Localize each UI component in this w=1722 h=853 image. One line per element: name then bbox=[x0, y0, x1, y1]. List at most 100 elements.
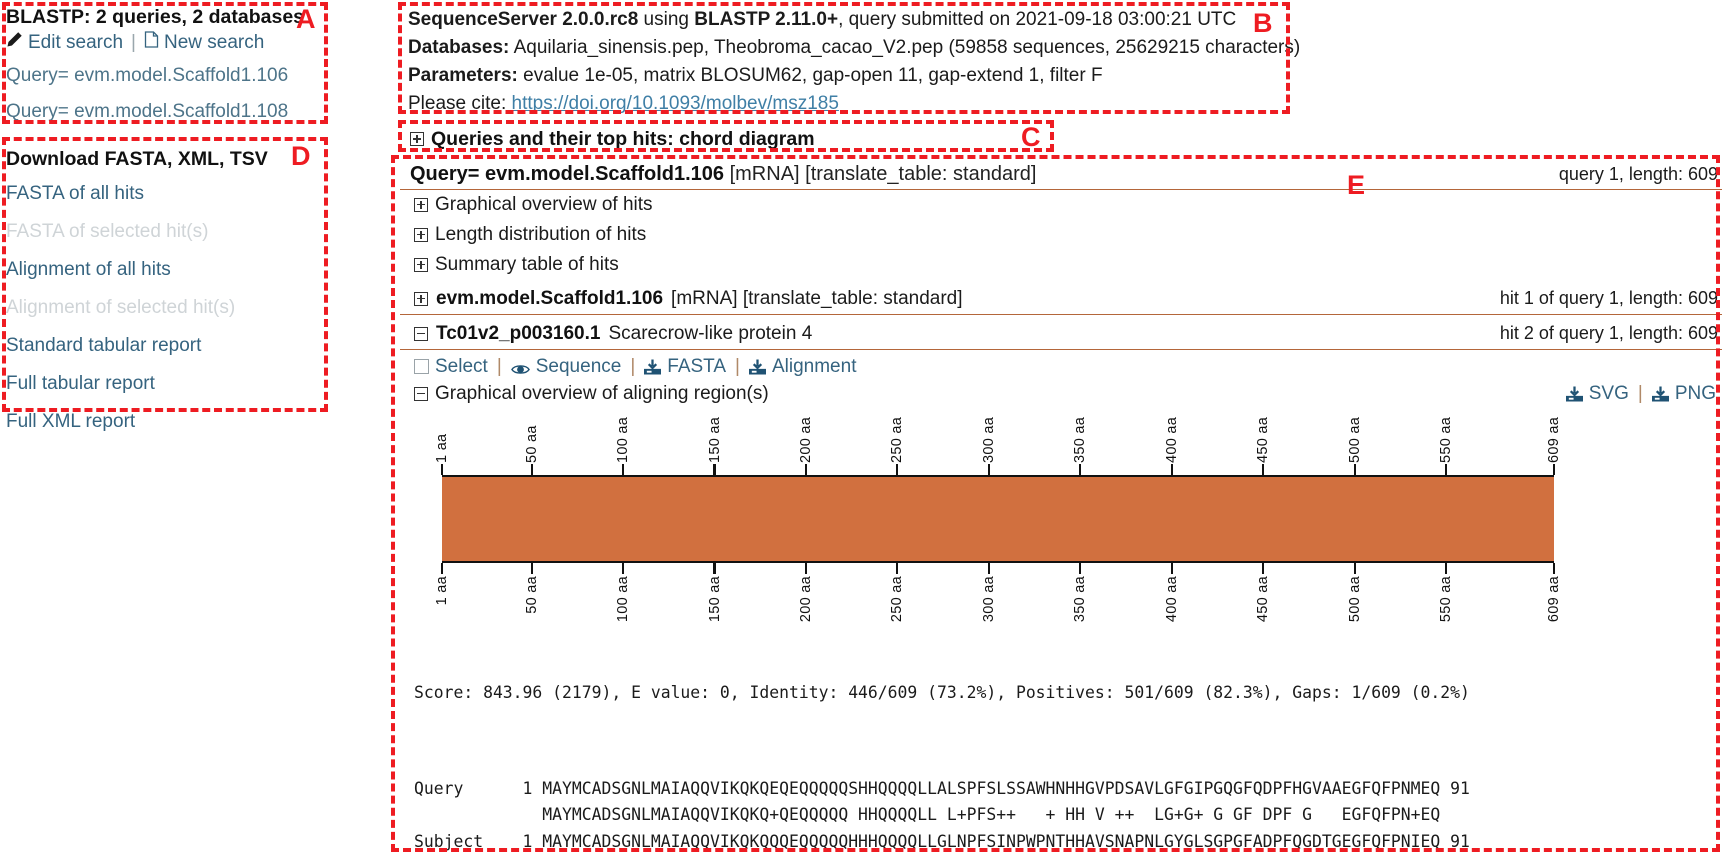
parameters-value: evalue 1e-05, matrix BLOSUM62, gap-open … bbox=[517, 64, 1103, 86]
chart-tick bbox=[440, 463, 444, 475]
svg-label: SVG bbox=[1588, 382, 1629, 404]
chart-tick bbox=[1170, 562, 1173, 574]
edit-search-link[interactable]: Edit search bbox=[28, 32, 123, 54]
chord-diagram-toggle[interactable]: Queries and their top hits: chord diagra… bbox=[400, 120, 1722, 157]
length-distribution-of-hits-label: Length distribution of hits bbox=[435, 223, 647, 245]
chart-tick-label: 450 aa bbox=[1255, 575, 1272, 622]
download-standard-tabular-report[interactable]: Standard tabular report bbox=[0, 327, 360, 365]
chart-tick-label: 250 aa bbox=[889, 416, 906, 463]
chart-tick-label: 550 aa bbox=[1438, 416, 1455, 463]
alignment-line: MAYMCADSGNLMAIAQQVIKQKQ+QEQQQQQ HHQQQQLL… bbox=[414, 805, 1441, 825]
plus-icon[interactable] bbox=[414, 291, 428, 306]
chart-tick bbox=[1552, 463, 1556, 475]
chart-tick-label: 350 aa bbox=[1072, 575, 1089, 622]
fasta-download-link[interactable]: FASTA bbox=[644, 356, 726, 378]
length-distribution-of-hits-toggle[interactable]: Length distribution of hits bbox=[400, 220, 1722, 250]
citation-link[interactable]: https://doi.org/10.1093/molbev/msz185 bbox=[512, 93, 839, 114]
annotation-letter-c: C bbox=[1021, 122, 1041, 152]
select-hit-checkbox-wrap[interactable]: Select bbox=[414, 356, 488, 378]
hit-1-header[interactable]: evm.model.Scaffold1.106 [mRNA] [translat… bbox=[400, 284, 1722, 315]
annotation-letter-d: D bbox=[291, 141, 311, 171]
main-column: SequenceServer 2.0.0.rc8 using BLASTP 2.… bbox=[400, 0, 1722, 853]
download-icon bbox=[644, 359, 662, 375]
query-meta: query 1, length: 609 bbox=[1558, 163, 1718, 184]
chart-tick-label: 1 aa bbox=[434, 575, 450, 606]
hit-2-name: Tc01v2_p003160.1 bbox=[436, 322, 601, 344]
checkbox-icon[interactable] bbox=[414, 359, 429, 375]
run-header-line-2: Databases: Aquilaria_sinensis.pep, Theob… bbox=[408, 34, 1722, 62]
link-separator: | bbox=[131, 31, 136, 53]
chart-tick-label: 550 aa bbox=[1438, 575, 1455, 622]
run-header-line-1: SequenceServer 2.0.0.rc8 using BLASTP 2.… bbox=[408, 6, 1722, 34]
chart-tick-label: 609 aa bbox=[1546, 416, 1562, 463]
download-icon bbox=[748, 359, 766, 375]
chart-tick bbox=[713, 562, 716, 574]
chart-tick-label: 150 aa bbox=[706, 416, 723, 463]
download-alignment-selected-hits: Alignment of selected hit(s) bbox=[6, 297, 236, 318]
hit-2-header[interactable]: Tc01v2_p003160.1 Scarecrow-like protein … bbox=[400, 319, 1722, 350]
graphical-overview-label: Graphical overview of aligning region(s) bbox=[435, 382, 769, 404]
annotation-letter-b: B bbox=[1253, 8, 1273, 38]
alignment-download-link[interactable]: Alignment bbox=[748, 355, 857, 378]
using-text: using bbox=[638, 9, 695, 30]
pencil-icon bbox=[6, 31, 23, 54]
sidebar: BLASTP: 2 queries, 2 databases Edit sear… bbox=[0, 0, 380, 130]
download-fasta-all-hits[interactable]: FASTA of all hits bbox=[0, 175, 360, 213]
annotation-letter-a: A bbox=[296, 4, 316, 34]
svg-download-link[interactable]: SVG bbox=[1565, 382, 1629, 405]
sidebar-title: BLASTP: 2 queries, 2 databases bbox=[6, 6, 305, 28]
graphical-overview-row: Graphical overview of aligning region(s)… bbox=[400, 381, 1722, 407]
chart-tick bbox=[1444, 463, 1448, 475]
chart-tick bbox=[1444, 562, 1448, 574]
chart-tick-label: 1 aa bbox=[434, 433, 450, 463]
graphical-overview-toggle[interactable]: Graphical overview of aligning region(s) bbox=[414, 383, 769, 405]
new-search-link[interactable]: New search bbox=[164, 32, 264, 54]
png-download-link[interactable]: PNG bbox=[1651, 383, 1716, 405]
chart-tick bbox=[1262, 463, 1265, 475]
chart-tick bbox=[440, 562, 444, 574]
download-alignment-all-hits[interactable]: Alignment of all hits bbox=[0, 251, 360, 289]
plus-icon[interactable] bbox=[414, 227, 428, 242]
chart-tick bbox=[1552, 562, 1556, 574]
chart-tick bbox=[896, 463, 899, 475]
download-full-xml-report[interactable]: Full XML report bbox=[0, 403, 360, 441]
download-panel: Download FASTA, XML, TSV FASTA of all hi… bbox=[0, 140, 360, 441]
plus-icon[interactable] bbox=[414, 197, 428, 212]
alignment-label: Alignment bbox=[771, 355, 857, 377]
summary-table-of-hits-toggle[interactable]: Summary table of hits bbox=[400, 250, 1722, 280]
graphical-overview-of-hits-label: Graphical overview of hits bbox=[435, 193, 653, 215]
run-header-line-4: Please cite: https://doi.org/10.1093/mol… bbox=[408, 90, 1722, 118]
minus-icon[interactable] bbox=[414, 386, 428, 401]
sidebar-query-1[interactable]: Query= evm.model.Scaffold1.106 bbox=[0, 58, 380, 94]
run-header: SequenceServer 2.0.0.rc8 using BLASTP 2.… bbox=[400, 0, 1722, 120]
download-fasta-selected-hits: FASTA of selected hit(s) bbox=[6, 221, 209, 242]
chart-tick-label: 500 aa bbox=[1346, 416, 1363, 463]
chord-diagram-label: Queries and their top hits: chord diagra… bbox=[431, 127, 815, 150]
download-icon bbox=[1565, 386, 1583, 402]
plus-icon[interactable] bbox=[410, 132, 424, 147]
hit-1-title: evm.model.Scaffold1.106 [mRNA] [translat… bbox=[414, 288, 963, 310]
sequence-link[interactable]: Sequence bbox=[510, 356, 621, 378]
chart-tick bbox=[987, 562, 990, 574]
chart-tick-label: 450 aa bbox=[1255, 416, 1272, 463]
graphic-export-links: SVG | PNG bbox=[1565, 382, 1716, 405]
graphical-overview-of-hits-toggle[interactable]: Graphical overview of hits bbox=[400, 190, 1722, 220]
chart-tick-label: 50 aa bbox=[523, 424, 540, 463]
plus-icon[interactable] bbox=[414, 257, 428, 272]
minus-icon[interactable] bbox=[414, 326, 428, 341]
parameters-label: Parameters: bbox=[408, 64, 518, 86]
chart-tick bbox=[1079, 562, 1082, 574]
chart-tick bbox=[804, 562, 808, 574]
hit-2-meta: hit 2 of query 1, length: 609 bbox=[1499, 323, 1718, 344]
chart-tick-label: 150 aa bbox=[706, 575, 723, 622]
download-full-tabular-report[interactable]: Full tabular report bbox=[0, 365, 360, 403]
chart-tick-label: 400 aa bbox=[1163, 416, 1180, 463]
submit-time: , query submitted on 2021-09-18 03:00:21… bbox=[838, 9, 1237, 30]
hit-1-desc: [mRNA] [translate_table: standard] bbox=[671, 287, 963, 309]
sidebar-query-2[interactable]: Query= evm.model.Scaffold1.108 bbox=[0, 94, 380, 130]
query-title-suffix: [mRNA] [translate_table: standard] bbox=[724, 162, 1037, 185]
chart-tick bbox=[1353, 562, 1356, 574]
chart-tick-label: 500 aa bbox=[1346, 575, 1363, 622]
chart-tick-label: 100 aa bbox=[615, 416, 632, 463]
query-header: Query= evm.model.Scaffold1.106 [mRNA] [t… bbox=[400, 159, 1722, 190]
